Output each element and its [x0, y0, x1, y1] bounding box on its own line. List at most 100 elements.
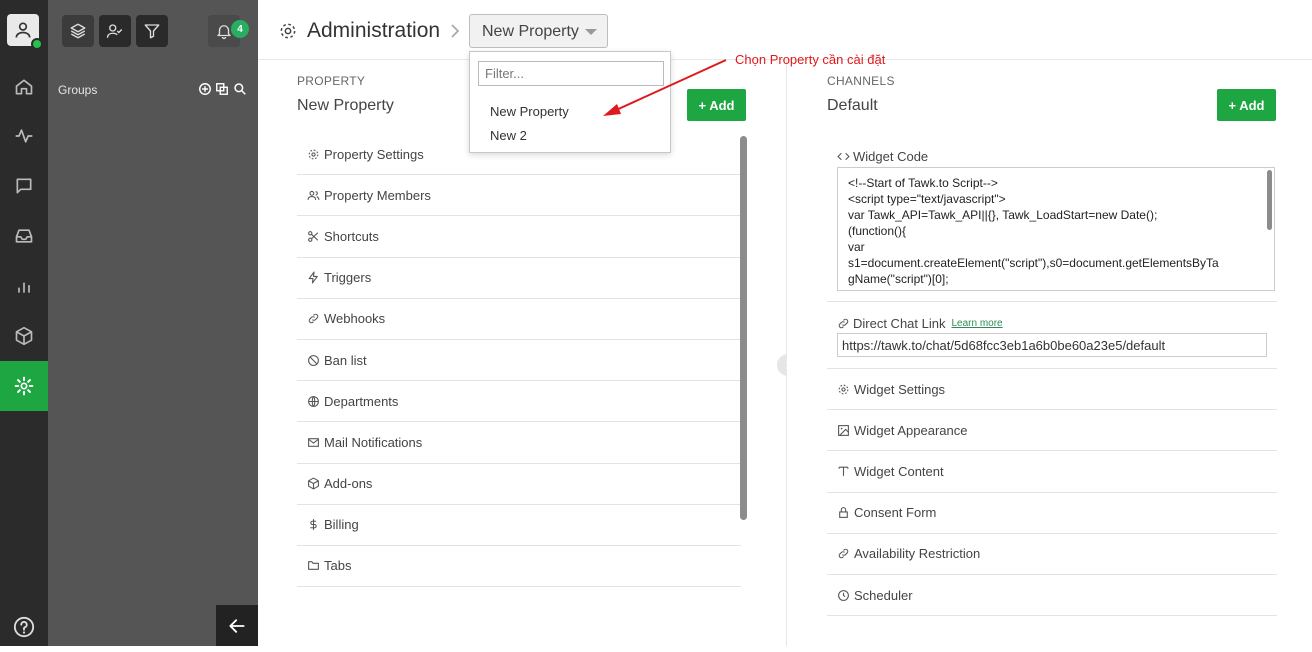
gear-icon — [308, 149, 319, 159]
add-property-button[interactable]: + Add — [687, 89, 746, 121]
rail-messaging-button[interactable] — [0, 161, 48, 211]
widget-code-line: <!--Start of Tawk.to Script--> — [848, 176, 998, 190]
rail-reporting-button[interactable] — [0, 261, 48, 311]
property-option[interactable]: New 2 — [490, 128, 527, 143]
add-channel-button[interactable]: + Add — [1217, 89, 1276, 121]
rail-home-button[interactable] — [0, 62, 48, 112]
folder-icon — [308, 561, 319, 571]
rail-monitoring-button[interactable] — [0, 111, 48, 161]
page-header: Administration New Property — [258, 0, 1312, 60]
property-dropdown: New Property New 2 — [469, 51, 671, 153]
property-select-value: New Property — [482, 23, 579, 40]
menu-item-shortcuts[interactable]: Shortcuts — [297, 216, 741, 258]
home-icon — [15, 79, 33, 95]
search-icon[interactable] — [233, 82, 247, 96]
menu-item-triggers[interactable]: Triggers — [297, 258, 741, 299]
gear-icon — [280, 23, 296, 39]
online-status-dot — [31, 38, 43, 50]
rail-inbox-button[interactable] — [0, 211, 48, 261]
notifications-button[interactable]: 4 — [208, 15, 249, 47]
property-option[interactable]: New Property — [490, 104, 569, 119]
menu-item-webhooks[interactable]: Webhooks — [297, 299, 741, 340]
box-icon — [308, 477, 319, 490]
channels-section-label: CHANNELS — [827, 74, 895, 88]
rail-help-button[interactable] — [0, 602, 48, 652]
widget-code-line: var — [848, 240, 865, 254]
layers-button[interactable] — [62, 15, 94, 47]
gear-icon — [14, 376, 34, 396]
menu-item-label: Scheduler — [854, 587, 913, 603]
scissors-icon — [308, 231, 319, 242]
property-filter-input[interactable] — [478, 61, 664, 86]
widget-code-line: var Tawk_API=Tawk_API||{}, Tawk_LoadStar… — [848, 208, 1158, 222]
mail-icon — [308, 438, 319, 447]
ban-icon — [308, 354, 319, 366]
user-avatar[interactable] — [7, 14, 43, 50]
learn-more-link[interactable]: Learn more — [951, 318, 1002, 329]
user-icon — [15, 22, 31, 38]
menu-item-ban-list[interactable]: Ban list — [297, 340, 741, 382]
menu-item-label: Ban list — [324, 352, 367, 368]
widget-code-textarea[interactable]: <!--Start of Tawk.to Script--> <script ty… — [837, 167, 1275, 291]
menu-item-tabs[interactable]: Tabs — [297, 546, 741, 588]
menu-item-billing[interactable]: Billing — [297, 505, 741, 546]
property-menu: Property Settings Property Members Shortcu… — [297, 134, 741, 609]
layers-icon — [70, 23, 86, 39]
channel-menu: Widget Settings Widget Appearance Widget C… — [827, 369, 1277, 617]
menu-item-scheduler[interactable]: Scheduler — [827, 575, 1277, 617]
activity-icon — [15, 129, 33, 143]
bolt-icon — [308, 271, 318, 284]
annotation-text: Chọn Property cần cài đặt — [735, 52, 886, 67]
property-name: New Property — [297, 97, 394, 114]
widget-code-scrollbar[interactable] — [1267, 170, 1272, 230]
link-icon — [838, 549, 849, 559]
channel-name: Default — [827, 97, 878, 114]
widget-code-label-text: Widget Code — [853, 149, 929, 164]
menu-item-widget-content[interactable]: Widget Content — [827, 451, 1277, 493]
menu-item-widget-settings[interactable]: Widget Settings — [827, 369, 1277, 411]
menu-item-label: Property Settings — [324, 146, 424, 162]
rail-admin-button[interactable] — [0, 361, 48, 411]
property-select[interactable]: New Property — [469, 14, 608, 48]
menu-item-label: Departments — [324, 393, 399, 409]
lock-icon — [839, 507, 848, 519]
direct-chat-link-label: Direct Chat Link Learn more — [837, 316, 1003, 331]
link-icon — [308, 314, 319, 324]
menu-item-label: Widget Appearance — [854, 422, 968, 438]
menu-item-property-members[interactable]: Property Members — [297, 175, 741, 217]
groups-label: Groups — [58, 83, 98, 97]
menu-item-label: Availability Restriction — [854, 546, 981, 562]
globe-icon — [308, 395, 319, 407]
inbox-icon — [15, 229, 33, 243]
property-menu-scrollbar[interactable] — [740, 136, 747, 520]
menu-item-label: Webhooks — [324, 311, 386, 327]
copy-icon[interactable] — [215, 82, 229, 96]
gear-icon — [838, 384, 849, 394]
menu-item-availability-restriction[interactable]: Availability Restriction — [827, 534, 1277, 575]
code-icon — [837, 152, 850, 161]
filter-icon — [144, 24, 160, 39]
direct-chat-link-field[interactable]: https://tawk.to/chat/5d68fcc3eb1a6b0be60… — [837, 333, 1267, 357]
box-icon — [15, 326, 33, 346]
user-check-button[interactable] — [99, 15, 131, 47]
text-icon — [838, 466, 849, 476]
menu-item-label: Property Members — [324, 187, 431, 203]
filter-button[interactable] — [136, 15, 168, 47]
rail-addons-button[interactable] — [0, 311, 48, 361]
menu-item-departments[interactable]: Departments — [297, 381, 741, 423]
menu-item-label: Tabs — [324, 558, 352, 574]
menu-item-widget-appearance[interactable]: Widget Appearance — [827, 410, 1277, 452]
menu-item-mail-notifications[interactable]: Mail Notifications — [297, 422, 741, 464]
menu-item-label: Consent Form — [854, 505, 937, 521]
arrow-left-icon — [229, 618, 245, 633]
menu-item-label: Widget Settings — [854, 381, 946, 397]
menu-item-label: Mail Notifications — [324, 434, 423, 450]
menu-item-add-ons[interactable]: Add-ons — [297, 464, 741, 505]
collapse-sidebar-button[interactable] — [216, 605, 258, 646]
add-group-icon[interactable] — [198, 82, 212, 96]
menu-item-consent-form[interactable]: Consent Form — [827, 493, 1277, 534]
caret-down-icon — [585, 29, 597, 35]
widget-code-line: gName("script")[0]; — [848, 272, 949, 286]
chevron-right-icon — [451, 24, 460, 38]
widget-code-lines: <!--Start of Tawk.to Script--> <script ty… — [848, 175, 1264, 287]
